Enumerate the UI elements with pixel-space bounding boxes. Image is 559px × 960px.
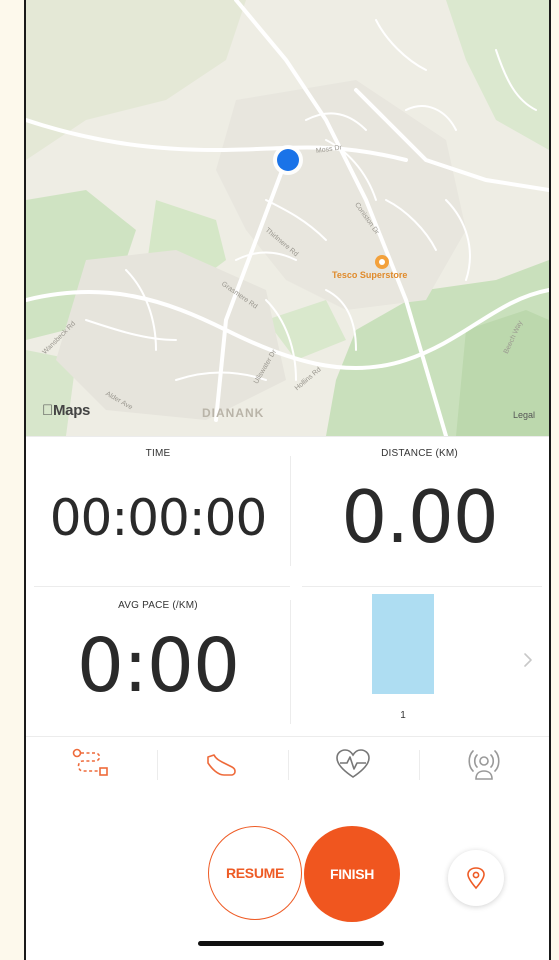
icon-bar bbox=[26, 738, 549, 792]
home-indicator[interactable] bbox=[198, 941, 384, 946]
heart-rate-icon bbox=[336, 749, 370, 778]
distance-label: DISTANCE (KM) bbox=[381, 448, 458, 459]
distance-value: 0.00 bbox=[341, 475, 498, 559]
route-icon bbox=[72, 748, 108, 776]
poi-label[interactable]: Tesco Superstore bbox=[332, 270, 407, 280]
route-tab[interactable] bbox=[26, 738, 156, 792]
avg-pace-label: AVG PACE (/KM) bbox=[118, 600, 198, 611]
apple-icon:  bbox=[42, 402, 53, 419]
divider bbox=[26, 436, 549, 437]
map-view[interactable]: Moss Dr Coniston Dr Thirlmere Rd Grasmer… bbox=[26, 0, 549, 436]
chart-bar bbox=[372, 594, 434, 694]
splits-chart[interactable] bbox=[372, 594, 434, 694]
location-button[interactable] bbox=[448, 850, 504, 906]
divider bbox=[26, 736, 549, 737]
sensor-tab[interactable] bbox=[419, 738, 549, 792]
divider bbox=[290, 600, 291, 724]
legal-link[interactable]: Legal bbox=[513, 410, 535, 420]
time-label: TIME bbox=[145, 448, 171, 459]
heart-rate-tab[interactable] bbox=[288, 738, 418, 792]
distance-stat: DISTANCE (KM) 0.00 bbox=[290, 448, 549, 559]
shoe-icon bbox=[207, 754, 236, 776]
sensor-icon bbox=[468, 750, 500, 780]
maps-logo: Maps bbox=[42, 402, 90, 419]
chevron-right-icon[interactable] bbox=[520, 648, 538, 672]
shoe-tab[interactable] bbox=[157, 738, 287, 792]
time-value: 00:00:00 bbox=[49, 489, 268, 547]
time-stat: TIME 00:00:00 bbox=[26, 448, 290, 547]
chart-tick-label: 1 bbox=[400, 710, 406, 721]
location-pin-icon bbox=[467, 867, 485, 890]
resume-button[interactable]: RESUME bbox=[208, 826, 302, 920]
map-graphic bbox=[26, 0, 549, 436]
divider bbox=[34, 586, 290, 587]
area-label: DIANANK bbox=[202, 406, 265, 420]
avg-pace-stat: AVG PACE (/KM) 0:00 bbox=[26, 600, 290, 709]
phone-screen: Moss Dr Coniston Dr Thirlmere Rd Grasmer… bbox=[24, 0, 551, 960]
finish-button[interactable]: FINISH bbox=[304, 826, 400, 922]
avg-pace-value: 0:00 bbox=[76, 623, 240, 709]
divider bbox=[302, 586, 542, 587]
